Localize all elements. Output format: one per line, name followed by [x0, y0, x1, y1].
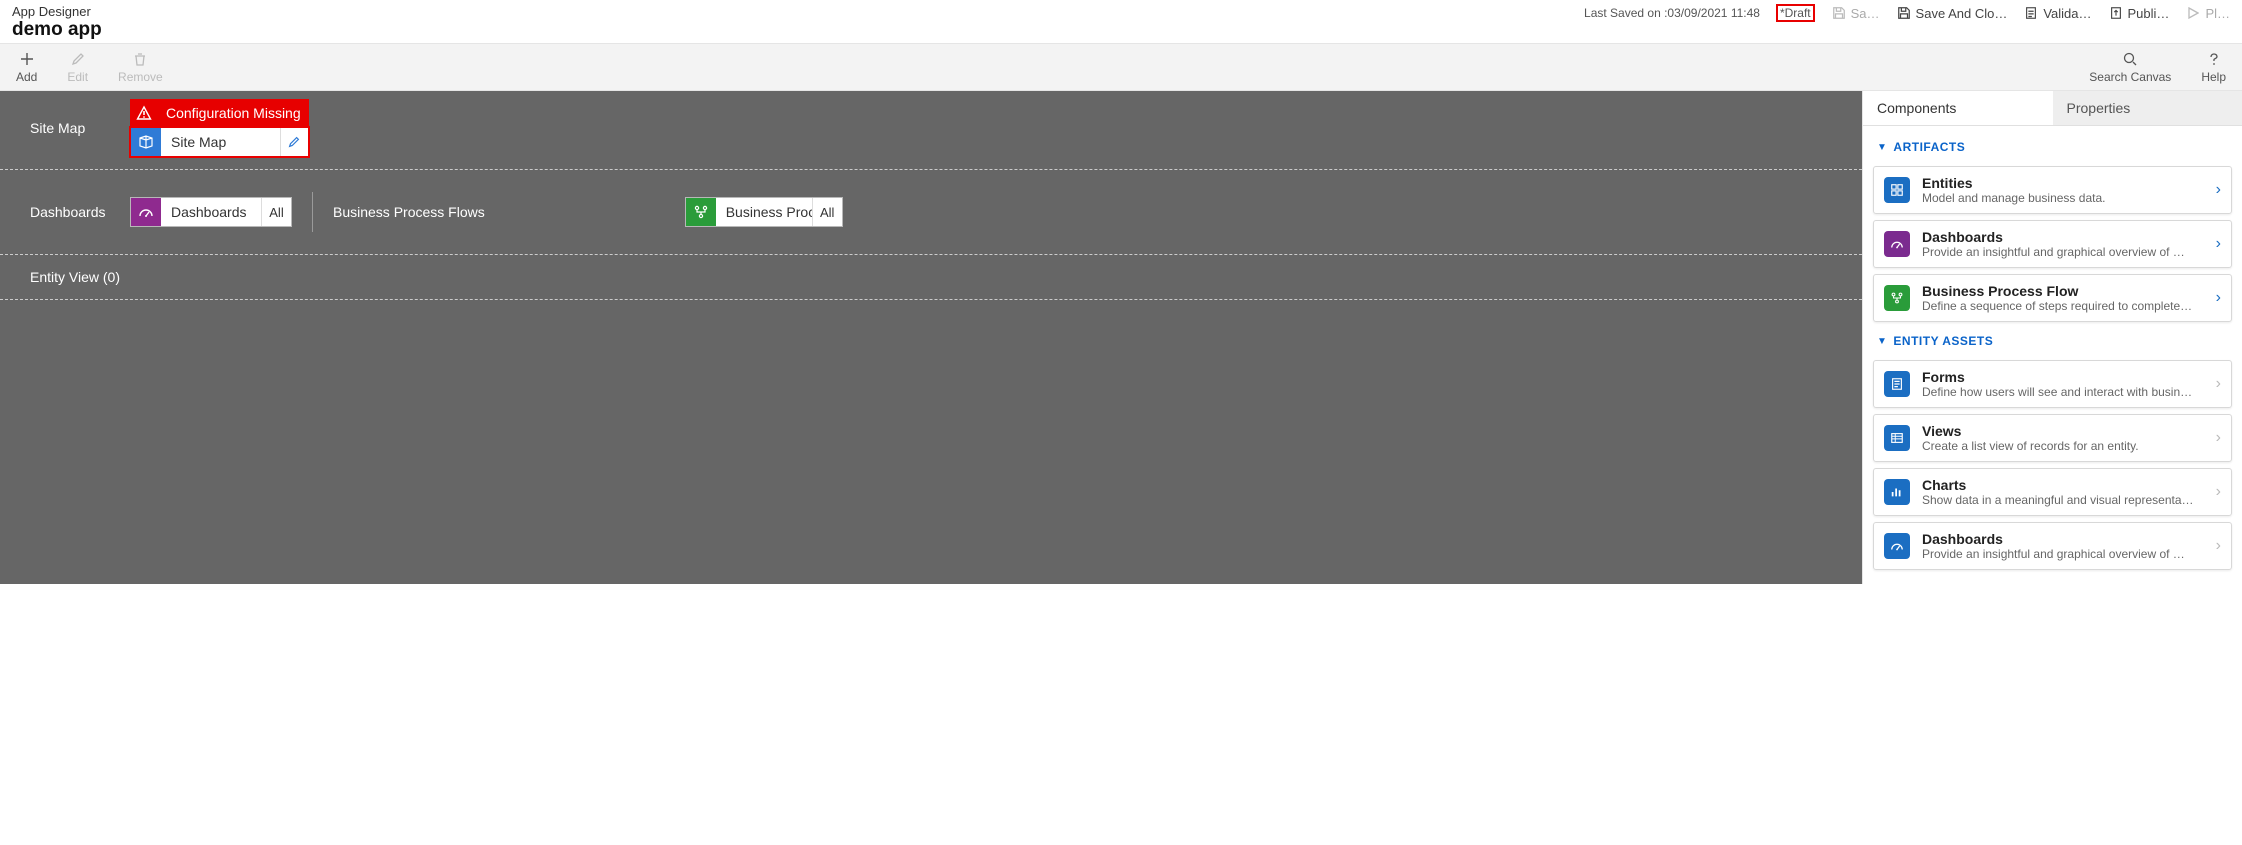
canvas: Site Map Configuration Missing Site Map … — [0, 91, 1862, 584]
section-artifacts[interactable]: ▼ ARTIFACTS — [1873, 134, 2232, 160]
chevron-right-icon: › — [2216, 375, 2221, 393]
dashboards-all-pill[interactable]: All — [261, 198, 291, 226]
pencil-icon — [69, 50, 87, 68]
play-icon — [2185, 5, 2201, 21]
publish-icon — [2108, 5, 2124, 21]
card-charts[interactable]: ChartsShow data in a meaningful and visu… — [1873, 468, 2232, 516]
section-entity-assets[interactable]: ▼ ENTITY ASSETS — [1873, 328, 2232, 354]
play-button[interactable]: Pl… — [2185, 5, 2230, 21]
save-close-icon — [1896, 5, 1912, 21]
remove-button: Remove — [118, 50, 163, 84]
config-missing-alert: Configuration Missing — [130, 99, 309, 127]
dashboards-tile-title: Dashboards — [161, 198, 261, 226]
sitemap-edit-button[interactable] — [280, 128, 308, 156]
chevron-down-icon: ▼ — [1877, 142, 1887, 153]
help-button[interactable]: Help — [2201, 50, 2226, 84]
card-bpf[interactable]: Business Process FlowDefine a sequence o… — [1873, 274, 2232, 322]
dashboards-tile[interactable]: Dashboards All — [130, 197, 292, 227]
side-panel: Components Properties ▼ ARTIFACTS Entiti… — [1862, 91, 2242, 584]
chevron-right-icon: › — [2216, 289, 2221, 307]
save-and-close-button[interactable]: Save And Clo… — [1896, 5, 2008, 21]
card-entities[interactable]: EntitiesModel and manage business data. … — [1873, 166, 2232, 214]
draft-badge: *Draft — [1776, 4, 1815, 22]
warning-icon — [130, 99, 158, 127]
chart-icon — [1884, 479, 1910, 505]
form-icon — [1884, 371, 1910, 397]
bpf-tile-title: Business Proces… — [716, 198, 812, 226]
publish-button[interactable]: Publi… — [2108, 5, 2170, 21]
card-views[interactable]: ViewsCreate a list view of records for a… — [1873, 414, 2232, 462]
bpf-label: Business Process Flows — [333, 204, 485, 220]
entities-icon — [1884, 177, 1910, 203]
edit-button: Edit — [67, 50, 88, 84]
last-saved-text: Last Saved on :03/09/2021 11:48 — [1584, 6, 1760, 20]
bpf-tile[interactable]: Business Proces… All — [685, 197, 843, 227]
gauge-icon — [1884, 231, 1910, 257]
sitemap-row: Site Map Configuration Missing Site Map — [0, 91, 1862, 170]
chevron-right-icon: › — [2216, 429, 2221, 447]
dashboards-row: Dashboards Dashboards All Business Proce… — [0, 170, 1862, 255]
chevron-right-icon: › — [2216, 181, 2221, 199]
gauge-icon — [131, 198, 161, 226]
tab-components[interactable]: Components — [1863, 91, 2053, 126]
card-dashboards[interactable]: DashboardsProvide an insightful and grap… — [1873, 220, 2232, 268]
add-button[interactable]: Add — [16, 50, 37, 84]
sitemap-icon — [131, 128, 161, 156]
entity-view-label: Entity View (0) — [30, 269, 120, 285]
card-forms[interactable]: FormsDefine how users will see and inter… — [1873, 360, 2232, 408]
sitemap-label: Site Map — [30, 120, 130, 136]
chevron-right-icon: › — [2216, 483, 2221, 501]
search-canvas-button[interactable]: Search Canvas — [2089, 50, 2171, 84]
vertical-divider — [312, 192, 313, 232]
search-icon — [2121, 50, 2139, 68]
chevron-down-icon: ▼ — [1877, 336, 1887, 347]
tab-properties[interactable]: Properties — [2053, 91, 2242, 126]
plus-icon — [18, 50, 36, 68]
save-button[interactable]: Sa… — [1831, 5, 1880, 21]
bpf-all-pill[interactable]: All — [812, 198, 842, 226]
card-dashboards-asset[interactable]: DashboardsProvide an insightful and grap… — [1873, 522, 2232, 570]
sitemap-tile-title: Site Map — [161, 128, 280, 156]
validate-button[interactable]: Valida… — [2023, 5, 2091, 21]
flow-icon — [1884, 285, 1910, 311]
flow-icon — [686, 198, 716, 226]
header-bar: App Designer demo app Last Saved on :03/… — [0, 0, 2242, 43]
validate-icon — [2023, 5, 2039, 21]
app-name: demo app — [12, 19, 102, 41]
entity-view-row: Entity View (0) — [0, 255, 1862, 300]
save-icon — [1831, 5, 1847, 21]
gauge-icon — [1884, 533, 1910, 559]
dashboards-label: Dashboards — [30, 204, 130, 220]
toolbar: Add Edit Remove Search Canvas Help — [0, 43, 2242, 91]
app-designer-label: App Designer — [12, 4, 102, 19]
help-icon — [2205, 50, 2223, 68]
chevron-right-icon: › — [2216, 235, 2221, 253]
list-icon — [1884, 425, 1910, 451]
chevron-right-icon: › — [2216, 537, 2221, 555]
trash-icon — [131, 50, 149, 68]
sitemap-tile[interactable]: Site Map — [130, 127, 309, 157]
